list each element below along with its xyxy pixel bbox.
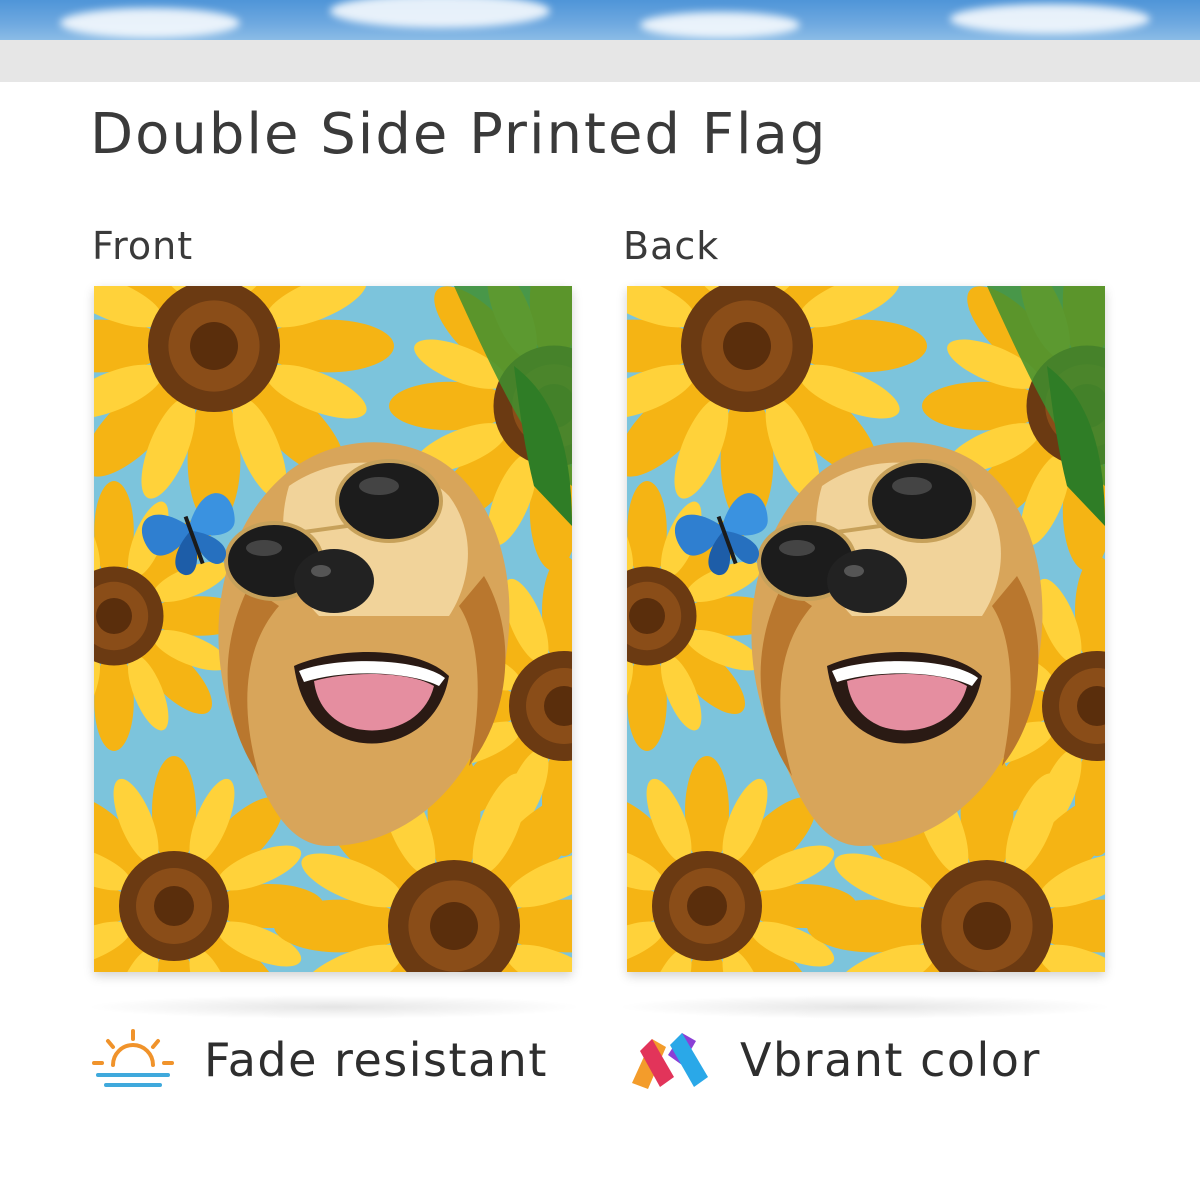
front-flag-image xyxy=(94,286,572,972)
front-label: Front xyxy=(92,224,194,268)
feature-fade-label: Fade resistant xyxy=(204,1033,548,1087)
back-label: Back xyxy=(623,224,720,268)
back-flag-image xyxy=(627,286,1105,972)
divider-shadow xyxy=(615,995,1115,1019)
feature-vibrant-color: Vbrant color xyxy=(624,1020,1041,1100)
flag-artwork xyxy=(94,286,572,972)
divider-shadow xyxy=(84,995,584,1019)
sky-banner xyxy=(0,0,1200,40)
color-ribbon-icon xyxy=(632,1033,708,1089)
feature-vibrant-label: Vbrant color xyxy=(740,1033,1041,1087)
feature-fade-resistant: Fade resistant xyxy=(88,1020,548,1100)
header-strip xyxy=(0,40,1200,82)
page-title: Double Side Printed Flag xyxy=(90,102,828,167)
flag-artwork xyxy=(627,286,1105,972)
sun-horizon-icon xyxy=(92,1029,174,1087)
